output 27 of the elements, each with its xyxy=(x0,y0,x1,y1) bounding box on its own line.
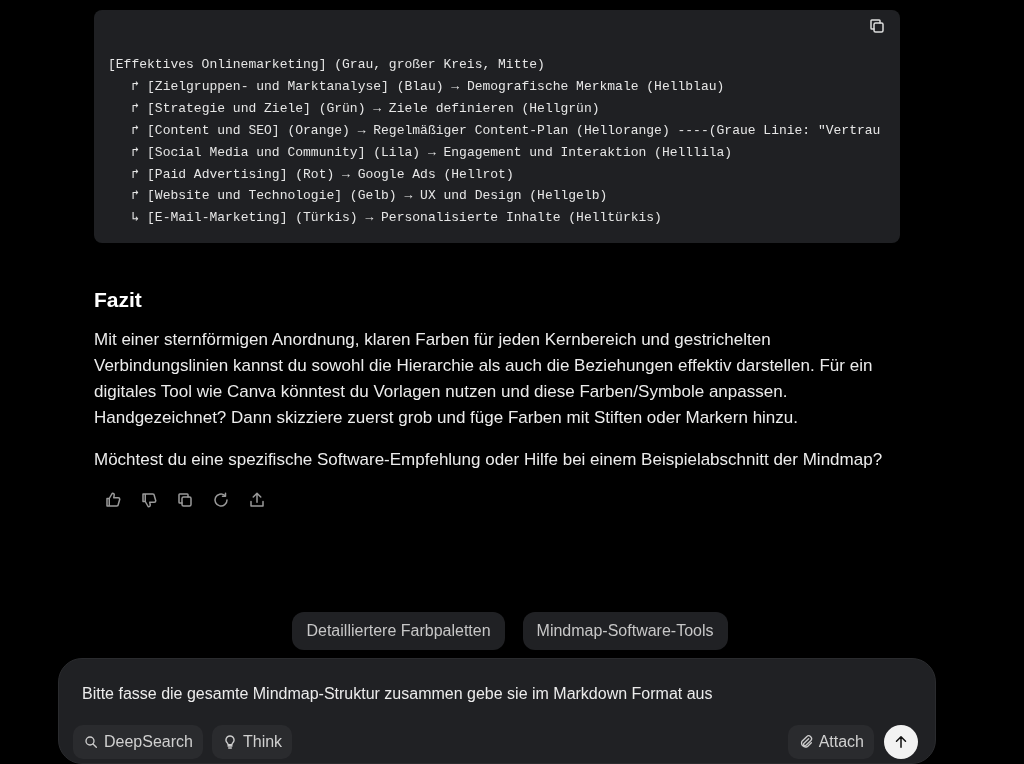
code-line: ↳ [E-Mail-Marketing] (Türkis) → Personalisierte Inhalte (Helltürkis) xyxy=(130,209,663,228)
send-button[interactable] xyxy=(884,725,918,759)
code-line: ↱ [Social Media und Community] (Lila) → Engagement und Interaktion (Helllila) xyxy=(130,143,734,162)
code-line: [Effektives Onlinemarketing] (Grau, großer Kreis, Mitte) xyxy=(108,56,546,74)
section-heading: Fazit xyxy=(94,287,143,314)
message-text[interactable]: Bitte fasse die gesamte Mindmap-Struktur zusammen gebe sie im Markdown Format aus xyxy=(82,685,713,703)
paragraph: Mit einer sternförmigen Anordnung, klaren Farben für jeden Kernbereich und gestrichelten Verbindungslinien kannst du sowohl die Hierarchie als auch die Beziehungen effektiv darstellen. Für ein digitales Tool wie Canva könntest du Vorlagen nutzen und diese Farben/Symbole anpassen. Handgezeichnet? Dann skizziere zuerst grob und füge Farben mit Stiften oder Markern hinzu. xyxy=(94,329,874,430)
code-line: ↱ [Website und Technologie] (Gelb) → UX und Design (Hellgelb) xyxy=(130,187,609,206)
deepsearch-button[interactable]: DeepSearch xyxy=(73,725,203,759)
code-line: ↱ [Paid Advertising] (Rot) → Google Ads (Hellrot) xyxy=(130,165,515,184)
code-line: ↱ [Zielgruppen- und Marktanalyse] (Blau) → Demografische Merkmale (Hellblau) xyxy=(130,77,726,96)
suggestion-chip[interactable]: Mindmap-Software-Tools xyxy=(522,612,728,650)
copy-code-button[interactable] xyxy=(868,17,886,35)
copy-icon xyxy=(868,17,886,35)
message-composer[interactable]: Bitte fasse die gesamte Mindmap-Struktur zusammen gebe sie im Markdown Format aus DeepSearch Think Attach xyxy=(58,658,936,764)
thumbs-up-icon xyxy=(104,491,122,510)
share-icon xyxy=(248,491,266,510)
think-button[interactable]: Think xyxy=(211,725,293,759)
search-icon xyxy=(83,734,99,750)
code-line: ↱ [Strategie und Ziele] (Grün) → Ziele definieren (Hellgrün) xyxy=(130,99,601,118)
code-line: ↱ [Content und SEO] (Orange) → Regelmäßiger Content-Plan (Hellorange) ----(Graue Linie: "Vertrau xyxy=(130,121,882,140)
attach-button[interactable]: Attach xyxy=(787,725,874,759)
refresh-icon xyxy=(212,491,230,510)
thumbs-down-icon xyxy=(140,491,158,510)
paragraph: Möchtest du eine spezifische Software-Empfehlung oder Hilfe bei einem Beispielabschnitt der Mindmap? xyxy=(94,449,884,472)
copy-icon xyxy=(176,491,194,510)
suggestion-chip[interactable]: Detailliertere Farbpaletten xyxy=(292,612,505,650)
